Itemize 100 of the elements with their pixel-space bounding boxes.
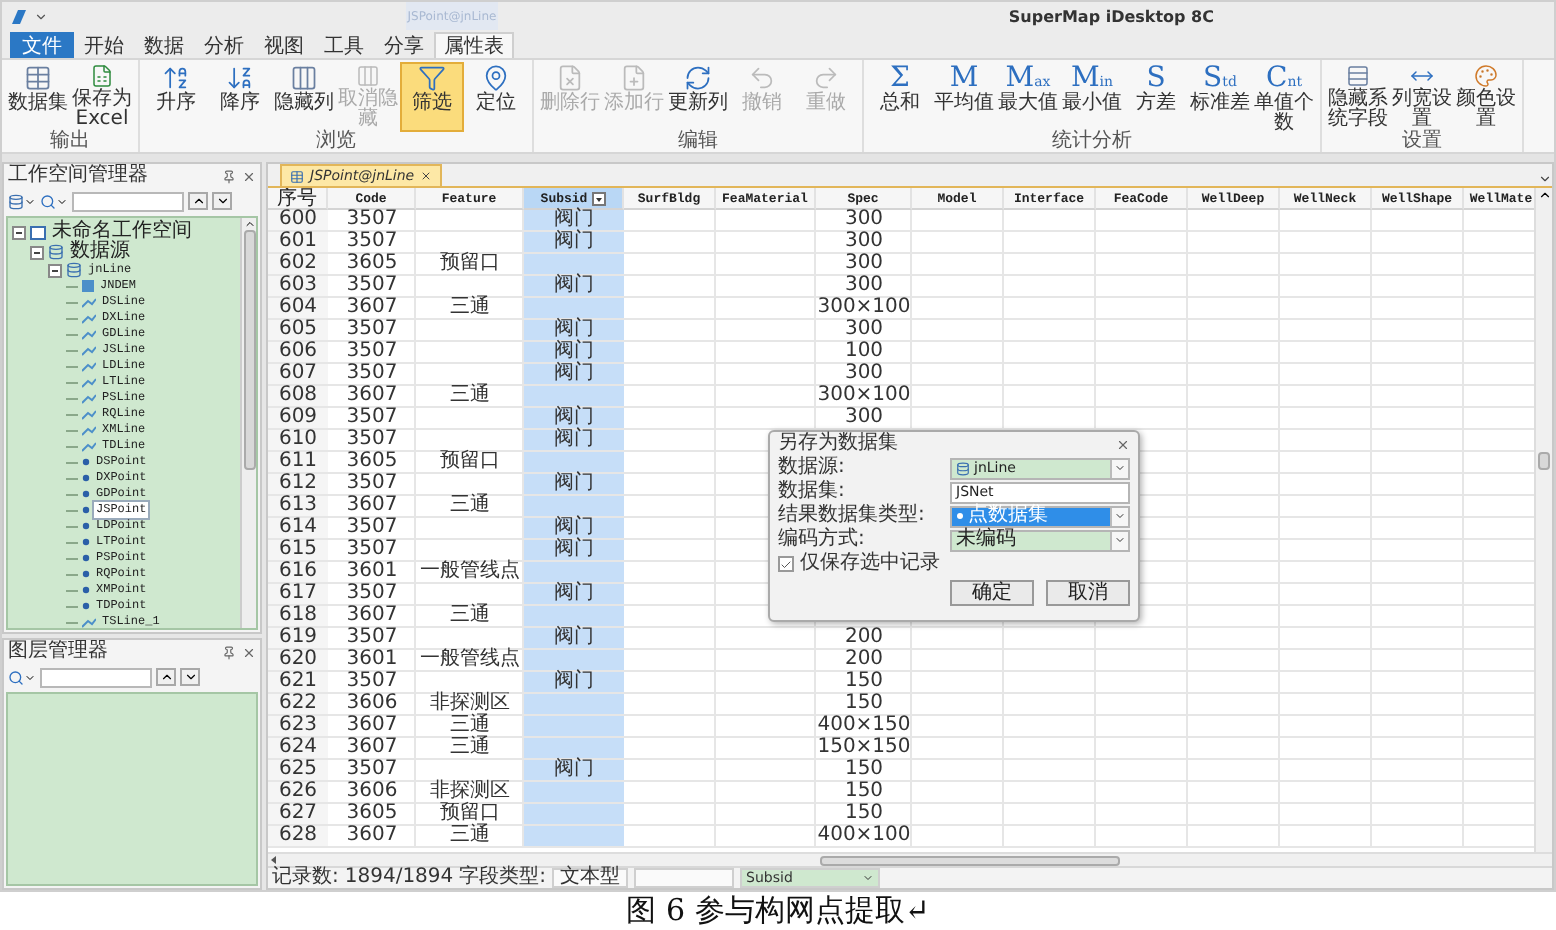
ribbon-tab[interactable]: 工具 bbox=[314, 32, 374, 58]
table-cell-text: 3605 bbox=[344, 804, 400, 824]
table-cell-text: 3507 bbox=[344, 342, 400, 362]
table-cell: 阀门 bbox=[524, 540, 624, 560]
table-cell-text: 一般管线点 bbox=[418, 562, 522, 582]
table-cell: 619 bbox=[268, 628, 328, 648]
table-cell-text: 150 bbox=[842, 804, 886, 824]
ribbon-tab[interactable]: 视图 bbox=[254, 32, 314, 58]
table-cell-text: 非探测区 bbox=[428, 694, 512, 714]
table-cell: 阀门 bbox=[524, 518, 624, 538]
table-cell-text: 三通 bbox=[448, 826, 492, 846]
ribbon-tab[interactable]: 分析 bbox=[194, 32, 254, 58]
table-cell-text: 3507 bbox=[344, 672, 400, 692]
table-cell: 阀门 bbox=[524, 628, 624, 648]
table-cell-text: 3607 bbox=[344, 826, 400, 846]
table-cell: 阀门 bbox=[524, 474, 624, 494]
table-cell: 628 bbox=[268, 826, 328, 846]
table-cell: 614 bbox=[268, 518, 328, 538]
table-cell: 606 bbox=[268, 342, 328, 362]
ribbon-button[interactable]: Σ 总和 bbox=[868, 62, 932, 132]
select-field[interactable]: 未编码 bbox=[950, 529, 1130, 551]
ribbon-button[interactable]: 列宽设置 bbox=[1390, 62, 1454, 132]
table-cell: 627 bbox=[268, 804, 328, 824]
table-cell-text: 三通 bbox=[448, 716, 492, 736]
table-cell-text: 150 bbox=[842, 760, 886, 780]
ribbon-tab[interactable]: 分享 bbox=[374, 32, 434, 58]
ribbon-tab[interactable]: 属性表 bbox=[434, 32, 514, 58]
table-cell-text: 3507 bbox=[344, 210, 400, 230]
statistic-glyph: Σ bbox=[890, 64, 910, 92]
table-cell: 300×100 bbox=[816, 386, 912, 406]
table-cell: 阀门 bbox=[524, 232, 624, 252]
table-cell: 400×150 bbox=[816, 716, 912, 736]
table-cell: 617 bbox=[268, 584, 328, 604]
table-cell-text: 3507 bbox=[344, 276, 400, 296]
table-cell-text: 预留口 bbox=[438, 254, 502, 274]
ribbon-button[interactable]: 保存为Excel bbox=[70, 62, 134, 132]
ribbon-tab[interactable]: 文件 bbox=[10, 32, 74, 58]
field-label: 数据源: bbox=[778, 458, 847, 478]
table-cell-text: 3607 bbox=[344, 738, 400, 758]
ribbon-tab[interactable]: 数据 bbox=[134, 32, 194, 58]
group-label: 浏览 bbox=[314, 132, 358, 152]
tree-item[interactable]: 未命名工作空间 bbox=[50, 222, 194, 242]
table-cell-text: 3606 bbox=[344, 694, 400, 714]
table-cell-text: 3507 bbox=[344, 584, 400, 604]
table-cell-text: 三通 bbox=[448, 298, 492, 318]
ribbon-button[interactable]: 数据集 bbox=[6, 62, 70, 132]
table-cell: 626 bbox=[268, 782, 328, 802]
table-cell-text: 3606 bbox=[344, 782, 400, 802]
table-cell-text: 3607 bbox=[344, 298, 400, 318]
ribbon-button[interactable]: 更新列 bbox=[666, 62, 730, 132]
dialog-button[interactable]: 确定 bbox=[950, 580, 1034, 606]
checkbox-label: 仅保存选中记录 bbox=[800, 554, 940, 574]
table-cell: 阀门 bbox=[524, 430, 624, 450]
ribbon-button[interactable]: 升序 bbox=[144, 62, 208, 132]
record-count: 1894/1894 bbox=[344, 868, 454, 888]
tree-item[interactable]: 数据源 bbox=[68, 242, 132, 262]
table-cell: 615 bbox=[268, 540, 328, 560]
table-cell-text: 3507 bbox=[344, 320, 400, 340]
ribbon-tab[interactable]: 开始 bbox=[74, 32, 134, 58]
table-cell: 600 bbox=[268, 210, 328, 230]
table-cell-text: 3607 bbox=[344, 496, 400, 516]
table-cell: 622 bbox=[268, 694, 328, 714]
table-cell-text: 300 bbox=[842, 210, 886, 230]
ribbon-button[interactable]: 降序 bbox=[208, 62, 272, 132]
table-cell-text: 三通 bbox=[448, 606, 492, 626]
table-cell-text: 3507 bbox=[344, 364, 400, 384]
ribbon-button[interactable]: S 方差 bbox=[1124, 62, 1188, 132]
table-cell-text: 3507 bbox=[344, 408, 400, 428]
ribbon-button[interactable]: 隐藏系统字段 bbox=[1326, 62, 1390, 132]
dialog-title: 另存为数据集 bbox=[778, 434, 898, 454]
table-cell-text: 300 bbox=[842, 364, 886, 384]
table-cell-text: 3607 bbox=[344, 716, 400, 736]
table-cell-text: 3605 bbox=[344, 254, 400, 274]
ribbon-button[interactable]: 颜色设置 bbox=[1454, 62, 1518, 132]
table-cell-text: 3601 bbox=[344, 562, 400, 582]
ribbon-button[interactable]: 定位 bbox=[464, 62, 528, 132]
field-label: 结果数据集类型: bbox=[778, 506, 927, 526]
table-cell: 150×150 bbox=[816, 738, 912, 758]
dialog-button[interactable]: 取消 bbox=[1046, 580, 1130, 606]
ribbon-button[interactable]: 筛选 bbox=[400, 62, 464, 132]
ribbon-button[interactable]: 隐藏列 bbox=[272, 62, 336, 132]
ribbon-button[interactable]: M 平均值 bbox=[932, 62, 996, 132]
table-cell: 624 bbox=[268, 738, 328, 758]
table-cell-text: 非探测区 bbox=[428, 782, 512, 802]
group-label: 设置 bbox=[1400, 132, 1444, 152]
table-cell: 607 bbox=[268, 364, 328, 384]
group-label: 统计分析 bbox=[1050, 132, 1134, 152]
field-label: 编码方式: bbox=[778, 530, 867, 550]
table-cell-text: 300 bbox=[842, 408, 886, 428]
table-cell-text: 预留口 bbox=[438, 452, 502, 472]
table-cell: 613 bbox=[268, 496, 328, 516]
table-cell: 603 bbox=[268, 276, 328, 296]
table-cell-text: 3507 bbox=[344, 474, 400, 494]
table-cell-text: 三通 bbox=[448, 386, 492, 406]
statistic-glyph: S bbox=[1146, 64, 1166, 92]
table-cell-text: 3507 bbox=[344, 628, 400, 648]
table-cell-text: 100 bbox=[842, 342, 886, 362]
table-cell: 604 bbox=[268, 298, 328, 318]
table-cell: 阀门 bbox=[524, 364, 624, 384]
table-cell: 625 bbox=[268, 760, 328, 780]
